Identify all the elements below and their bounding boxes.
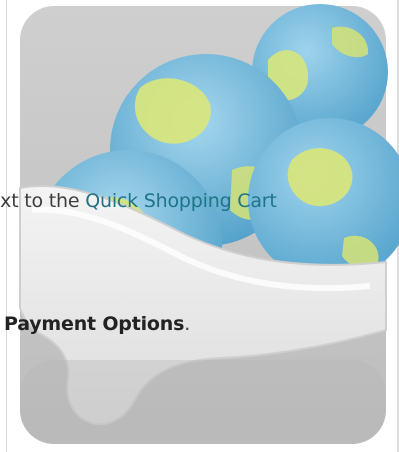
instruction-text-prefix: ext to the [0, 190, 80, 212]
cart-globe-icon [19, 4, 399, 444]
quick-shopping-cart-link[interactable]: Quick Shopping Cart [85, 190, 277, 212]
payment-options-label: Payment Options [4, 313, 185, 335]
instruction-period: . [184, 313, 191, 335]
instruction-line-1: ext to the Quick Shopping Cart [0, 189, 277, 213]
help-article-page: ext to the Quick Shopping Cart Payment O… [0, 0, 399, 452]
left-divider [6, 0, 7, 452]
instruction-line-2: Payment Options. [4, 312, 190, 336]
quick-shopping-cart-illustration [10, 0, 399, 452]
